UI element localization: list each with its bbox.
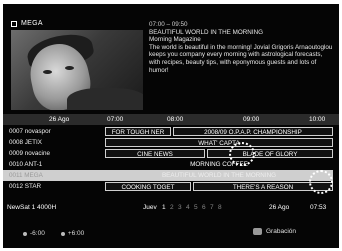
day-item-3[interactable]: 3 (178, 204, 182, 211)
day-item-7[interactable]: 7 (210, 204, 214, 211)
channel-icon (11, 20, 17, 27)
grid-row: FOR TOUGH NER 2008/09 O.P.A.P. CHAMPIONS… (103, 126, 333, 137)
grid-row-selected: BEAUTIFUL WORLD IN THE MORNING (103, 170, 333, 181)
timeline-time: 07:00 (107, 116, 124, 123)
program-cell[interactable]: BLADE OF GLORY (207, 149, 333, 158)
day-item-2[interactable]: 2 (170, 204, 174, 211)
program-cell[interactable]: 2008/09 O.P.A.P. CHAMPIONSHIP (173, 127, 333, 136)
program-time: 07:00 – 09:50 (149, 21, 188, 28)
current-channel-name: MEGA (21, 20, 43, 27)
footer-bar: NewSat 1 4000H Juev 1 2 3 4 5 6 7 8 26 A… (3, 204, 339, 215)
program-cell[interactable]: COOKING TOGET (105, 182, 191, 191)
weekday-label: Juev (143, 204, 157, 211)
timeline-time: 08:00 (167, 116, 184, 123)
program-cell[interactable]: FOR TOUGH NER (105, 127, 171, 136)
program-info-panel: 07:00 – 09:50 BEAUTIFUL WORLD IN THE MOR… (149, 21, 333, 74)
timeline-bar: 26 Ago 07:00 08:00 09:00 10:00 (3, 114, 339, 125)
epg-screen: MEGA 07:00 – 09:50 BEAUTIFUL WORLD IN TH… (3, 4, 339, 248)
time-shift-legend: -6:00 +6:00 (23, 230, 84, 237)
program-title: BEAUTIFUL WORLD IN THE MORNING (149, 28, 264, 36)
minus-key-icon (23, 231, 27, 236)
grid-row: CINE NEWS BLADE OF GLORY (103, 148, 333, 159)
day-item-1[interactable]: 1 (162, 204, 166, 211)
current-channel: MEGA (11, 20, 43, 27)
day-item-4[interactable]: 4 (186, 204, 190, 211)
channel-row[interactable]: 0012 STAR (3, 181, 103, 192)
satellite-label: NewSat 1 4000H (7, 204, 57, 211)
timeline-time: 10:00 (309, 116, 326, 123)
record-label: Grabación (266, 228, 296, 235)
channel-row[interactable]: 0009 novacine (3, 148, 103, 159)
timeline-date: 26 Ago (49, 116, 70, 123)
channel-list: 0007 novaspor 0008 JETIX 0009 novacine 0… (3, 126, 103, 192)
program-cell-selected[interactable]: BEAUTIFUL WORLD IN THE MORNING (105, 171, 333, 180)
grid-row: WHAT' CAPTA (103, 137, 333, 148)
record-key-icon (253, 228, 262, 235)
focus-circle (309, 170, 333, 194)
day-item-8[interactable]: 8 (218, 204, 222, 211)
footer-clock: 07:53 (310, 204, 327, 211)
program-cell[interactable]: MORNING COFFEE (105, 160, 333, 169)
program-cell[interactable]: WHAT' CAPTA (105, 138, 333, 147)
day-item-5[interactable]: 5 (194, 204, 198, 211)
channel-row-selected[interactable]: 0011 MEGA (3, 170, 103, 181)
program-cell[interactable]: CINE NEWS (105, 149, 205, 158)
record-legend[interactable]: Grabación (253, 228, 296, 235)
footer-date: 26 Ago (269, 204, 290, 211)
grid-row: MORNING COFFEE (103, 159, 333, 170)
grid-row: COOKING TOGET THERE'S A REASON (103, 181, 333, 192)
plus-shift-label[interactable]: +6:00 (68, 230, 84, 237)
channel-row[interactable]: 0010 ANT-1 (3, 159, 103, 170)
timeline-time: 09:00 (243, 116, 260, 123)
plus-key-icon (60, 231, 65, 236)
day-item-6[interactable]: 6 (202, 204, 206, 211)
program-grid: FOR TOUGH NER 2008/09 O.P.A.P. CHAMPIONS… (103, 126, 333, 192)
minus-shift-label[interactable]: -6:00 (30, 230, 45, 237)
channel-row[interactable]: 0007 novaspor (3, 126, 103, 137)
program-subtitle: Morning Magazine (149, 36, 201, 44)
channel-row[interactable]: 0008 JETIX (3, 137, 103, 148)
live-preview-video (11, 30, 143, 110)
focus-circle (229, 142, 255, 166)
program-description: The world is beautiful in the morning! J… (149, 43, 333, 74)
